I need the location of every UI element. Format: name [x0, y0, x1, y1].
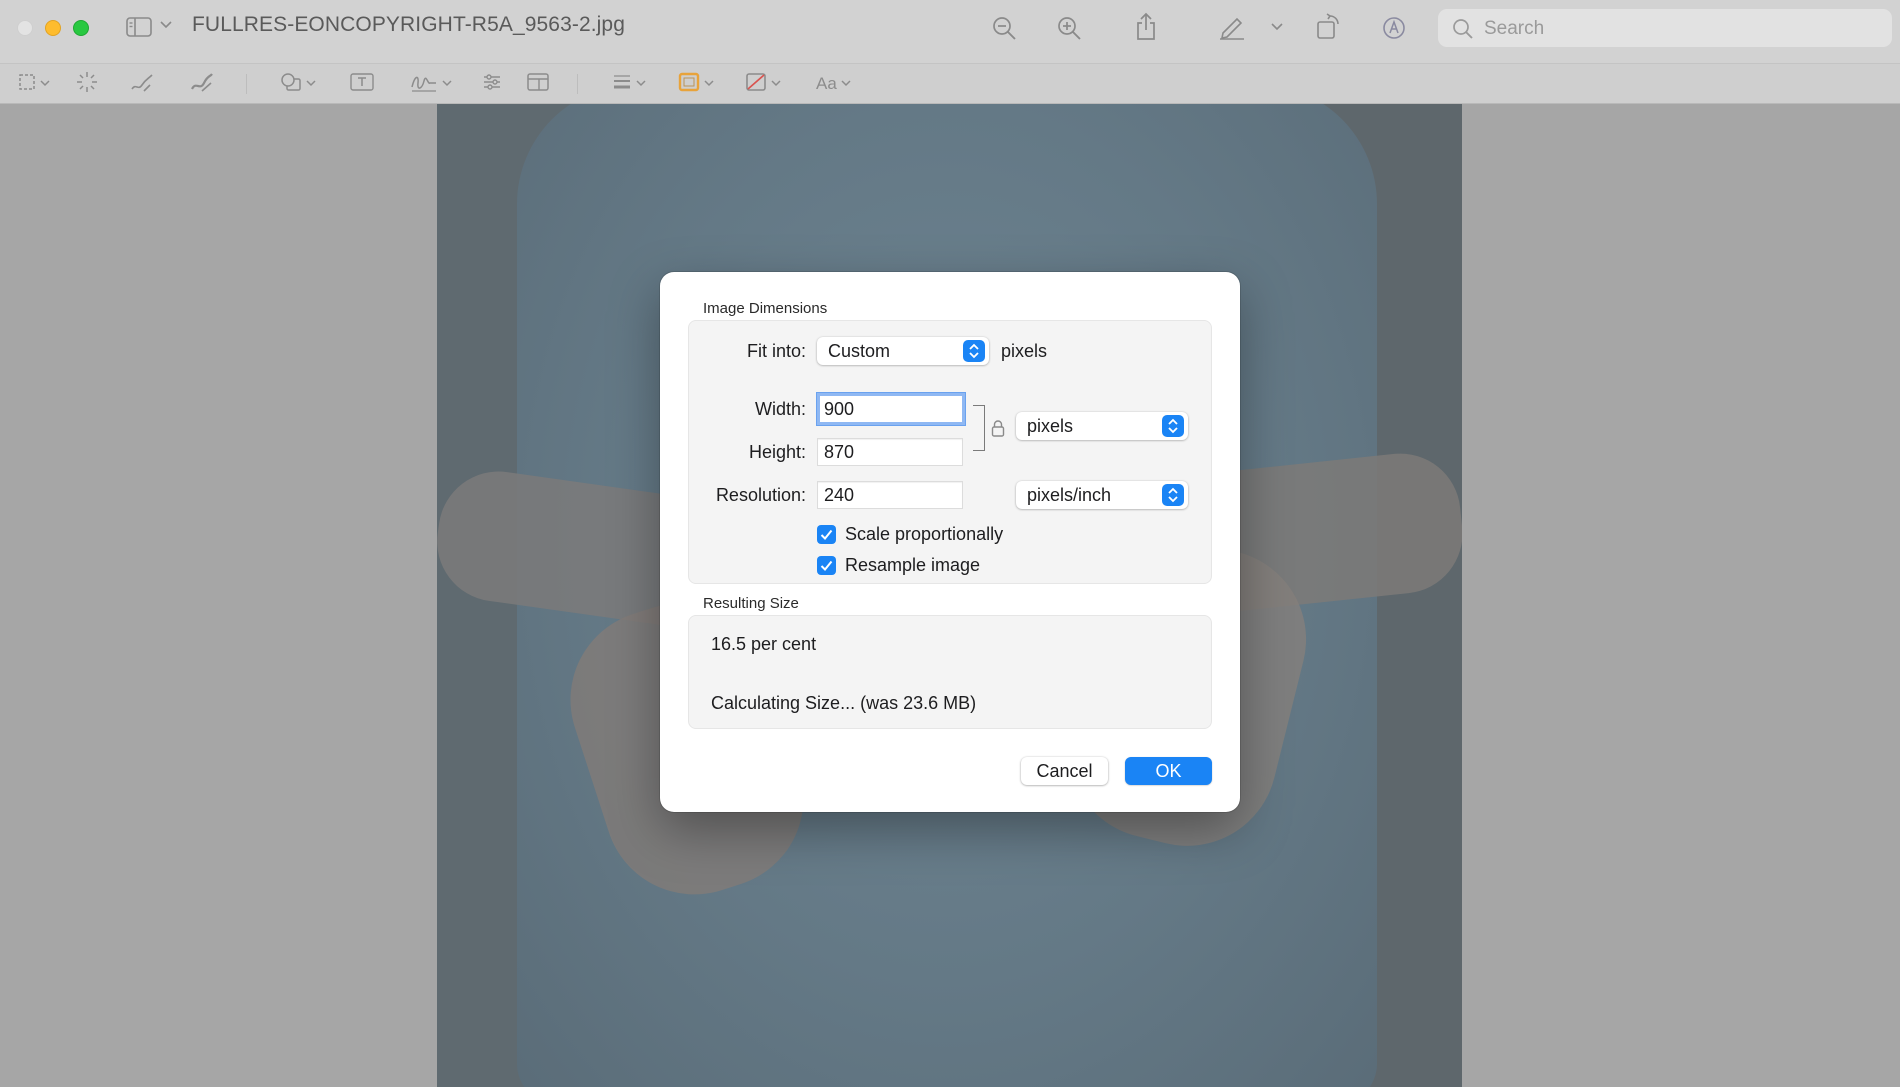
signature-icon: [410, 71, 438, 98]
resolution-unit-value: pixels/inch: [1027, 485, 1112, 505]
title-bar: FULLRES-EONCOPYRIGHT-R5A_9563-2.jpg: [0, 0, 1900, 64]
chevron-down-icon: [704, 79, 714, 90]
toolbar-divider: [577, 74, 578, 94]
sidebar-toggle-button[interactable]: [126, 16, 152, 38]
rectangular-selection-icon: [18, 73, 36, 96]
width-label: Width:: [754, 399, 806, 419]
sidebar-icon: [126, 16, 152, 38]
toolbar-divider: [246, 74, 247, 94]
adjust-color-tool[interactable]: [482, 72, 502, 96]
zoom-out-icon: [991, 15, 1017, 41]
text-style-label: Aa: [816, 74, 837, 93]
fit-into-popup[interactable]: Custom: [817, 337, 989, 365]
image-dimensions-panel: Fit into: Custom pixels Width: Height: p…: [688, 320, 1212, 584]
border-color-icon: [678, 72, 700, 97]
resample-image-checkbox[interactable]: [817, 556, 836, 575]
annotate-icon: [1382, 16, 1406, 40]
resolution-unit-popup[interactable]: pixels/inch: [1016, 481, 1188, 509]
proportion-link-bracket: [973, 405, 985, 451]
fill-color-icon: [745, 72, 767, 97]
markup-options-chevron[interactable]: [1271, 23, 1283, 31]
sidebar-options-chevron[interactable]: [160, 21, 172, 29]
share-button[interactable]: [1134, 12, 1158, 42]
markup-pen-icon: [1218, 14, 1246, 40]
fit-into-unit: pixels: [1001, 341, 1048, 361]
sliders-icon: [482, 72, 502, 97]
search-input[interactable]: [1482, 15, 1866, 43]
search-icon: [1452, 18, 1473, 44]
chevron-down-icon: [841, 79, 851, 90]
instant-alpha-tool[interactable]: [76, 71, 98, 98]
ok-button[interactable]: OK: [1125, 757, 1212, 785]
sketch-icon: [130, 71, 154, 98]
shapes-tool[interactable]: [280, 72, 316, 96]
line-style-icon: [612, 73, 632, 96]
chevron-down-icon: [442, 79, 452, 90]
popup-stepper-icon: [963, 340, 985, 362]
share-icon: [1134, 12, 1158, 42]
instant-alpha-icon: [76, 71, 98, 98]
resample-image-label: Resample image: [845, 555, 981, 575]
maximize-window-button[interactable]: [73, 20, 89, 36]
draw-tool[interactable]: [190, 72, 214, 96]
cancel-button[interactable]: Cancel: [1021, 757, 1108, 785]
window-title: FULLRES-EONCOPYRIGHT-R5A_9563-2.jpg: [192, 13, 625, 36]
zoom-out-button[interactable]: [991, 15, 1017, 41]
annotate-button[interactable]: [1382, 16, 1406, 40]
popup-stepper-icon: [1162, 484, 1184, 506]
close-window-button[interactable]: [17, 20, 33, 36]
resulting-percent: 16.5 per cent: [711, 634, 817, 654]
image-dimensions-title: Image Dimensions: [703, 300, 828, 317]
scale-proportionally-row[interactable]: Scale proportionally: [817, 524, 1003, 545]
fit-into-label: Fit into:: [746, 341, 806, 361]
rotate-icon: [1316, 13, 1342, 41]
markup-toolbar: Aa: [0, 64, 1900, 104]
minimize-window-button[interactable]: [45, 20, 61, 36]
fill-color-tool[interactable]: [745, 72, 781, 96]
adjust-size-dialog: Image Dimensions Fit into: Custom pixels…: [660, 272, 1240, 812]
shapes-icon: [280, 72, 302, 97]
chevron-down-icon: [771, 79, 781, 90]
scale-proportionally-checkbox[interactable]: [817, 525, 836, 544]
rotate-button[interactable]: [1316, 13, 1342, 41]
resolution-label: Resolution:: [715, 485, 806, 505]
rectangular-selection-tool[interactable]: [18, 72, 50, 96]
dimension-unit-popup[interactable]: pixels: [1016, 412, 1188, 440]
shape-style-tool[interactable]: [612, 72, 646, 96]
resolution-input[interactable]: [817, 481, 963, 509]
resulting-file-size: Calculating Size... (was 23.6 MB): [711, 693, 977, 713]
resample-image-row[interactable]: Resample image: [817, 555, 980, 576]
resulting-size-title: Resulting Size: [703, 595, 799, 612]
fit-into-value: Custom: [828, 341, 891, 361]
height-label: Height:: [748, 442, 806, 462]
lock-icon[interactable]: [991, 419, 1005, 442]
border-color-tool[interactable]: [678, 72, 714, 96]
width-input[interactable]: [817, 393, 965, 425]
text-box-icon: [350, 72, 374, 97]
text-style-tool[interactable]: Aa: [816, 72, 851, 96]
adjust-size-tool[interactable]: [527, 72, 549, 96]
height-input[interactable]: [817, 438, 963, 466]
chevron-down-icon: [1271, 23, 1283, 31]
draw-icon: [190, 71, 214, 98]
zoom-in-button[interactable]: [1056, 15, 1082, 41]
chevron-down-icon: [306, 79, 316, 90]
popup-stepper-icon: [1162, 415, 1184, 437]
scale-proportionally-label: Scale proportionally: [845, 524, 1004, 544]
text-tool[interactable]: [350, 72, 374, 96]
chevron-down-icon: [40, 79, 50, 90]
adjust-size-icon: [527, 72, 549, 97]
sketch-tool[interactable]: [130, 72, 154, 96]
resulting-size-panel: 16.5 per cent Calculating Size... (was 2…: [688, 615, 1212, 729]
chevron-down-icon: [636, 79, 646, 90]
sign-tool[interactable]: [410, 72, 452, 96]
markup-button[interactable]: [1218, 14, 1246, 40]
search-field-container[interactable]: [1438, 9, 1892, 47]
chevron-down-icon: [160, 21, 172, 29]
dimension-unit-value: pixels: [1027, 416, 1074, 436]
zoom-in-icon: [1056, 15, 1082, 41]
